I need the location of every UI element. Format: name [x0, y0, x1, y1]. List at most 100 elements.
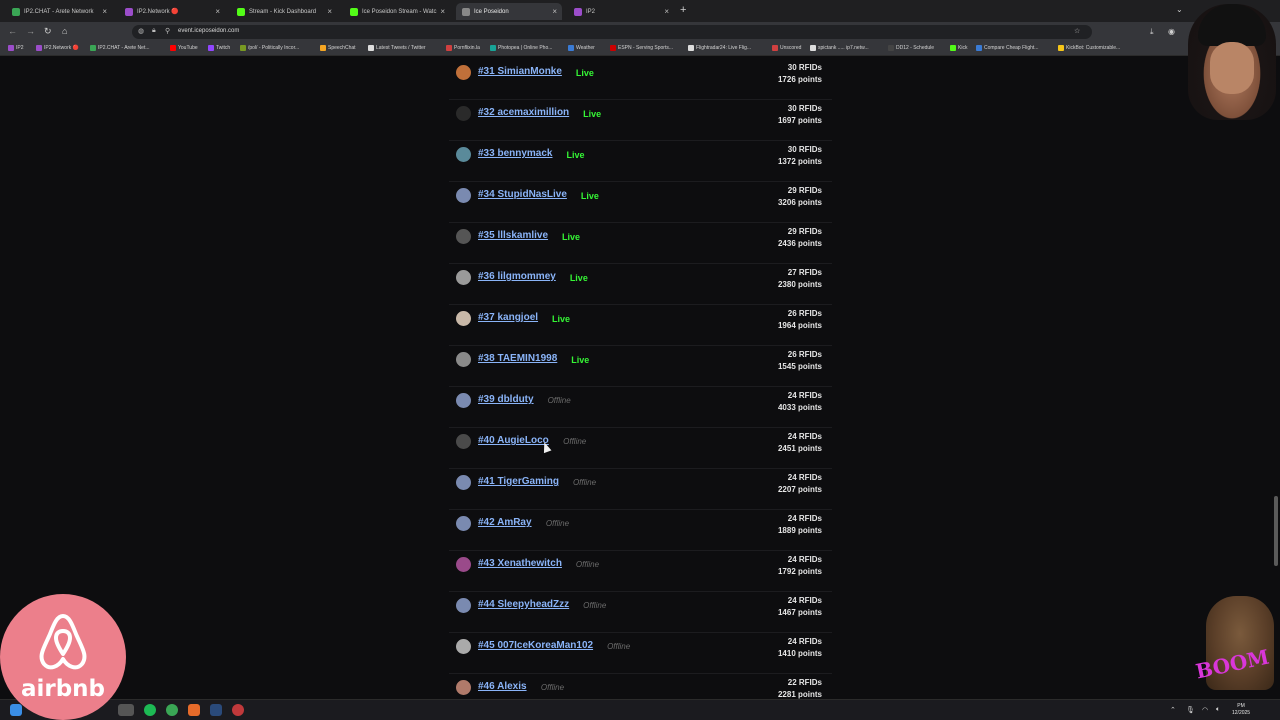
- browser-tab[interactable]: Stream - Kick Dashboard ×: [231, 3, 337, 20]
- url-text[interactable]: event.iceposeidon.com: [178, 28, 239, 34]
- chrome-icon[interactable]: [166, 704, 178, 716]
- volume-icon[interactable]: 🔈︎: [1216, 706, 1220, 714]
- points-count: 2207 points: [777, 485, 822, 494]
- bookmark-item[interactable]: Latest Tweets / Twitter: [368, 45, 426, 51]
- bookmark-favicon-icon: [976, 45, 982, 51]
- bookmark-item[interactable]: IP2: [8, 45, 24, 51]
- steam-icon[interactable]: [210, 704, 222, 716]
- tune-icon[interactable]: ◍: [138, 27, 144, 35]
- bookmark-item[interactable]: IP2.CHAT - Arete Net...: [90, 45, 150, 51]
- username-link[interactable]: #39 dblduty: [478, 394, 534, 405]
- browser-tab[interactable]: IP2 ×: [568, 3, 674, 20]
- username-link[interactable]: #31 SimianMonke: [478, 66, 562, 77]
- reload-icon[interactable]: ↻: [44, 26, 52, 37]
- username-link[interactable]: #36 lilgmommey: [478, 271, 556, 282]
- user-avatar[interactable]: [456, 270, 471, 285]
- forward-icon[interactable]: →: [26, 26, 35, 36]
- browser-tab[interactable]: IP2.Network 🔴 ×: [119, 3, 225, 20]
- chevron-down-icon[interactable]: ⌄: [1176, 5, 1183, 14]
- bookmark-item[interactable]: DD12 - Schedule: [888, 45, 934, 51]
- bookmark-item[interactable]: YouTube: [170, 45, 198, 51]
- user-avatar[interactable]: [456, 188, 471, 203]
- browser-tab[interactable]: Ice Poseidon Stream - Watc ×: [344, 3, 450, 20]
- microphone-icon[interactable]: 🎙︎: [1186, 706, 1195, 714]
- user-avatar[interactable]: [456, 434, 471, 449]
- home-icon[interactable]: ⌂: [62, 26, 67, 36]
- bookmark-item[interactable]: Compare Cheap Flight...: [976, 45, 1038, 51]
- username-link[interactable]: #34 StupidNasLive: [478, 189, 567, 200]
- back-icon[interactable]: ←: [8, 26, 17, 36]
- new-tab-button[interactable]: +: [680, 4, 686, 16]
- bookmark-item[interactable]: Kick: [950, 45, 967, 51]
- windows-start-icon[interactable]: [10, 704, 22, 716]
- browser-tab[interactable]: Ice Poseidon ×: [456, 3, 562, 20]
- spotify-icon[interactable]: [144, 704, 156, 716]
- close-tab-icon[interactable]: ×: [440, 7, 445, 16]
- points-count: 1697 points: [777, 116, 822, 125]
- bookmark-item[interactable]: SpeechChat: [320, 45, 356, 51]
- bookmark-item[interactable]: /pol/ - Politically Incor...: [240, 45, 299, 51]
- username-link[interactable]: #41 TigerGaming: [478, 476, 559, 487]
- system-clock[interactable]: PM 12/2025: [1232, 703, 1250, 717]
- user-avatar[interactable]: [456, 147, 471, 162]
- user-avatar[interactable]: [456, 229, 471, 244]
- bookmark-item[interactable]: KickBot: Customizable...: [1058, 45, 1120, 51]
- user-avatar[interactable]: [456, 393, 471, 408]
- username-link[interactable]: #45 007IceKoreaMan102: [478, 640, 593, 651]
- close-tab-icon[interactable]: ×: [327, 7, 332, 16]
- user-avatar[interactable]: [456, 598, 471, 613]
- bookmark-item[interactable]: spictank ..... ip7.netw...: [810, 45, 869, 51]
- username-link[interactable]: #42 AmRay: [478, 517, 532, 528]
- username-link[interactable]: #33 bennymack: [478, 148, 553, 159]
- username-link[interactable]: #44 SleepyheadZzz: [478, 599, 569, 610]
- user-avatar[interactable]: [456, 352, 471, 367]
- bookmark-star-icon[interactable]: ☆: [1074, 27, 1080, 35]
- close-tab-icon[interactable]: ×: [552, 7, 557, 16]
- bookmark-label: YouTube: [178, 45, 198, 51]
- user-avatar[interactable]: [456, 516, 471, 531]
- close-tab-icon[interactable]: ×: [102, 7, 107, 16]
- bookmark-item[interactable]: Weather: [568, 45, 595, 51]
- tab-label: IP2.Network 🔴: [137, 9, 179, 15]
- bookmark-item[interactable]: Flightradar24: Live Flig...: [688, 45, 751, 51]
- username-link[interactable]: #35 lllskamlive: [478, 230, 548, 241]
- firefox-icon[interactable]: [188, 704, 200, 716]
- rfid-count: 30 RFIDs: [787, 104, 822, 113]
- webcam-hair: [1198, 4, 1266, 46]
- username-link[interactable]: #37 kangjoel: [478, 312, 538, 323]
- close-tab-icon[interactable]: ×: [215, 7, 220, 16]
- bookmark-item[interactable]: IP2.Network 🔴: [36, 45, 79, 51]
- user-avatar[interactable]: [456, 680, 471, 695]
- bookmark-item[interactable]: Twitch: [208, 45, 230, 51]
- bookmark-item[interactable]: Unscored: [772, 45, 801, 51]
- obs-icon[interactable]: [232, 704, 244, 716]
- address-bar[interactable]: ◍ 🔒︎ ⚲ event.iceposeidon.com ☆: [132, 25, 1092, 39]
- close-tab-icon[interactable]: ×: [664, 7, 669, 16]
- extension-icon[interactable]: ◉: [1168, 27, 1175, 36]
- bookmark-item[interactable]: ESPN - Serving Sports...: [610, 45, 673, 51]
- chevron-up-icon[interactable]: ⌃: [1170, 706, 1176, 714]
- user-avatar[interactable]: [456, 311, 471, 326]
- username-link[interactable]: #40 AugieLoco: [478, 435, 549, 446]
- tab-favicon-icon: [237, 7, 245, 16]
- bookmark-item[interactable]: Photopea | Online Pho...: [490, 45, 552, 51]
- user-avatar[interactable]: [456, 106, 471, 121]
- browser-tab[interactable]: IP2.CHAT - Arete Network ×: [6, 3, 112, 20]
- bookmark-item[interactable]: Pornflixin.la: [446, 45, 480, 51]
- webcam-face: [1210, 42, 1254, 94]
- user-avatar[interactable]: [456, 65, 471, 80]
- download-icon[interactable]: ⤓: [1150, 27, 1154, 37]
- site-settings-icon[interactable]: ⚲: [165, 27, 170, 35]
- username-link[interactable]: #43 Xenathewitch: [478, 558, 562, 569]
- username-link[interactable]: #32 acemaximillion: [478, 107, 569, 118]
- user-avatar[interactable]: [456, 557, 471, 572]
- scrollbar-thumb[interactable]: [1274, 496, 1278, 566]
- taskbar-app-icon[interactable]: [118, 704, 134, 716]
- username-link[interactable]: #38 TAEMIN1998: [478, 353, 557, 364]
- lock-icon[interactable]: 🔒︎: [152, 27, 156, 35]
- leaderboard-row: #43 Xenathewitch Offline 24 RFIDs 1792 poin…: [449, 551, 832, 592]
- user-avatar[interactable]: [456, 639, 471, 654]
- user-avatar[interactable]: [456, 475, 471, 490]
- username-link[interactable]: #46 Alexis: [478, 681, 527, 692]
- user-stats: 24 RFIDs 1467 points: [778, 595, 822, 619]
